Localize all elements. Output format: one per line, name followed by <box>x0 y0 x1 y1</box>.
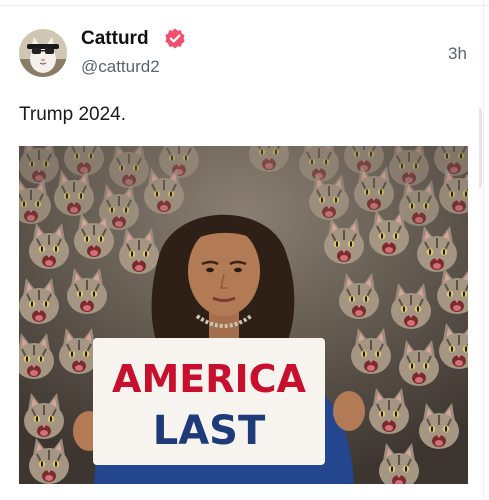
author-avatar[interactable] <box>19 29 67 77</box>
post-image-art: AMERICA LAST <box>19 146 468 484</box>
author-handle[interactable]: @catturd2 <box>81 57 160 77</box>
verified-badge-icon <box>165 28 185 49</box>
top-divider <box>0 5 489 6</box>
sign-line2: LAST <box>153 408 266 454</box>
post-image[interactable]: AMERICA LAST <box>19 146 468 484</box>
right-divider <box>483 0 484 500</box>
scrollbar-thumb[interactable] <box>479 108 482 188</box>
cat-avatar-icon <box>19 29 67 77</box>
post-text: Trump 2024. <box>19 104 127 125</box>
sign-line1: AMERICA <box>112 357 306 401</box>
author-name[interactable]: Catturd <box>81 28 149 50</box>
post-timestamp[interactable]: 3h <box>448 44 467 64</box>
